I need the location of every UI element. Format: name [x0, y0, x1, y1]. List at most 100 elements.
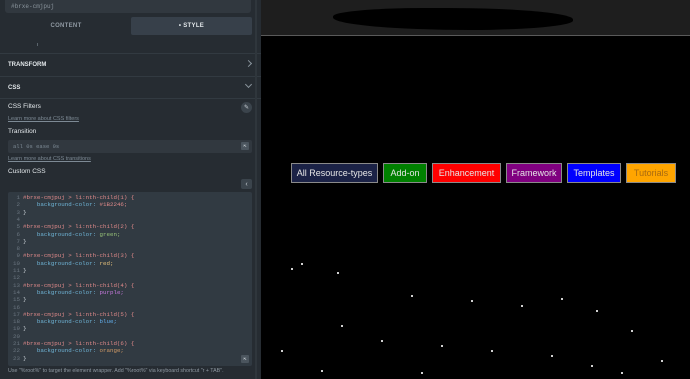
chevron-right-icon: [244, 59, 253, 68]
preview-speck: [301, 263, 303, 265]
nav-item[interactable]: Tutorials: [626, 163, 676, 183]
line-number: 16: [13, 303, 20, 311]
css-value: purple;: [99, 288, 124, 296]
code-line: 13 #brxe-cmjpuj > li:nth-child(4) {: [8, 282, 134, 289]
line-number: 12: [13, 274, 20, 282]
preview-speck: [441, 345, 443, 347]
nav-item[interactable]: Templates: [567, 163, 621, 183]
line-number: 6: [16, 230, 20, 238]
custom-css-editor[interactable]: 23} 22 background-color: orange; 21 #brxe-c…: [8, 192, 252, 366]
css-value: blue;: [99, 318, 117, 326]
code-line: 11}: [8, 267, 26, 274]
code-line: 16: [8, 304, 23, 311]
transition-placeholder: all 0s ease 0s: [13, 143, 60, 150]
line-number: 7: [16, 237, 20, 245]
code-line: 2 background-color: #1B2246;: [8, 201, 128, 209]
preview-speck: [421, 372, 423, 374]
code-line: 20: [8, 333, 23, 340]
line-number: 13: [13, 281, 20, 289]
preview-speck: [596, 310, 598, 312]
css-filters-link[interactable]: Learn more about CSS filters: [8, 116, 79, 122]
line-number: 1: [16, 194, 20, 201]
code-line: 4: [8, 216, 23, 223]
tab-style[interactable]: • STYLE: [131, 17, 252, 35]
css-selector: #brxe-cmjpuj > li:nth-child(4) {: [23, 281, 135, 289]
code-line: 18 background-color: blue;: [8, 318, 117, 325]
code-line: 6 background-color: green;: [8, 230, 121, 238]
code-line: 12: [8, 274, 23, 281]
css-selector: #brxe-cmjpuj > li:nth-child(3) {: [23, 252, 135, 260]
preview-speck: [631, 330, 633, 332]
line-number: 23: [13, 354, 20, 362]
section-css-label: CSS: [8, 84, 21, 91]
code-line: 1 #brxe-cmjpuj > li:nth-child(1) {: [8, 194, 135, 201]
preview-speck: [551, 355, 553, 357]
code-line: 17 #brxe-cmjpuj > li:nth-child(5) {: [8, 311, 134, 318]
line-number: 14: [13, 288, 20, 296]
css-brace: }: [23, 354, 27, 362]
nav-item[interactable]: All Resource-types: [291, 163, 378, 183]
preview-speck: [521, 305, 523, 307]
expand-icon[interactable]: ⇱: [241, 355, 249, 363]
code-line: 22 background-color: orange;: [8, 347, 124, 354]
preview-divider: [261, 35, 690, 36]
css-selector: #brxe-cmjpuj > li:nth-child(1) {: [23, 194, 135, 201]
css-brace: }: [23, 208, 27, 216]
line-number: 3: [16, 208, 20, 216]
code-line: 23}: [8, 355, 26, 362]
css-value: red;: [99, 259, 114, 267]
code-line: 10 background-color: red;: [8, 260, 113, 267]
preview-speck: [471, 300, 473, 302]
chevron-down-icon: [244, 80, 253, 89]
css-property: background-color:: [23, 230, 100, 238]
css-filters-label: CSS Filters: [8, 103, 41, 110]
preview-speck: [381, 340, 383, 342]
custom-css-label: Custom CSS: [8, 168, 46, 175]
preview-header: [261, 0, 690, 35]
nav-item[interactable]: Framework: [506, 163, 562, 183]
expand-icon[interactable]: ⇱: [241, 142, 249, 150]
line-number: 2: [16, 201, 20, 209]
code-line: 9 #brxe-cmjpuj > li:nth-child(3) {: [8, 252, 135, 260]
preview-speck: [661, 360, 663, 362]
line-number: 15: [13, 296, 20, 304]
line-number: 21: [13, 340, 20, 347]
line-number: 18: [13, 318, 20, 326]
line-number: 9: [16, 252, 20, 260]
css-property: background-color:: [23, 259, 100, 267]
divider-tick: [37, 43, 38, 46]
line-number: 8: [16, 245, 20, 253]
code-line: 21 #brxe-cmjpuj > li:nth-child(6) {: [8, 340, 134, 347]
line-number: 4: [16, 215, 20, 223]
line-number: 17: [13, 310, 20, 318]
preview-speck: [337, 272, 339, 274]
transition-link[interactable]: Learn more about CSS transitions: [8, 156, 91, 162]
preview-speck: [291, 268, 293, 270]
tab-content[interactable]: CONTENT: [5, 17, 127, 35]
nav-item[interactable]: Add-on: [383, 163, 427, 183]
css-brace: }: [23, 237, 27, 245]
preview-speck: [621, 372, 623, 374]
custom-css-hint: Use "%root%" to target the element wrapp…: [8, 368, 224, 374]
transition-label: Transition: [8, 128, 37, 135]
filter-icon[interactable]: ✎: [241, 102, 252, 113]
css-selector: #brxe-cmjpuj > li:nth-child(2) {: [23, 223, 135, 231]
line-number: 11: [13, 267, 20, 274]
code-line: 3}: [8, 208, 27, 216]
panel-scrollbar[interactable]: [255, 0, 257, 379]
css-property: background-color:: [23, 201, 100, 209]
css-brace: }: [23, 296, 27, 304]
section-css[interactable]: CSS: [0, 76, 261, 99]
section-transform[interactable]: TRANSFORM: [0, 53, 261, 76]
resource-type-nav: All Resource-types Add-on Enhancement Frame…: [291, 163, 676, 183]
code-line: 15}: [8, 296, 26, 303]
chevron-left-icon[interactable]: ‹: [241, 179, 252, 189]
line-number: 22: [13, 347, 20, 355]
preview-speck: [341, 325, 343, 327]
code-line: 19}: [8, 325, 26, 332]
css-property: background-color:: [23, 347, 100, 355]
preview-speck: [491, 350, 493, 352]
nav-item[interactable]: Enhancement: [432, 163, 501, 183]
element-id-field[interactable]: #brxe-cmjpuj: [5, 0, 251, 13]
transition-input[interactable]: all 0s ease 0s ⇱: [8, 140, 252, 153]
